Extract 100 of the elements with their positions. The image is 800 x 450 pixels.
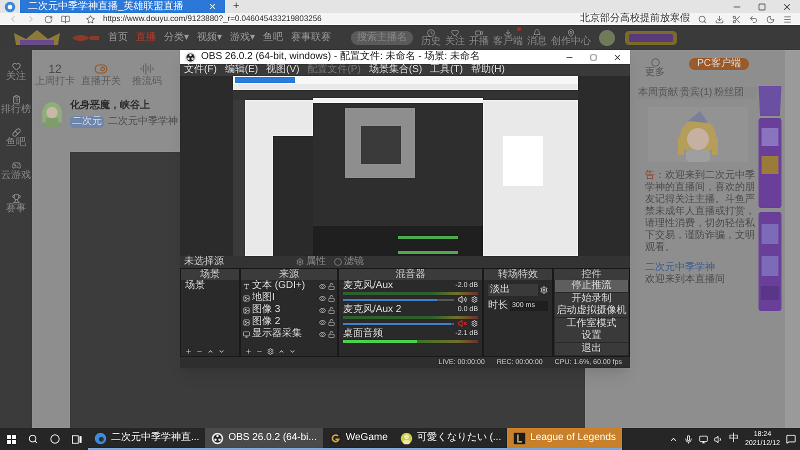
speaker-icon[interactable] [714, 434, 723, 444]
taskbar-app[interactable]: League of Legends [507, 428, 622, 450]
control-button[interactable]: 启动虚拟摄像机 [555, 305, 628, 317]
menu-icon[interactable] [783, 14, 792, 24]
nav-link[interactable]: 游戏▾ [230, 32, 255, 44]
nav-link[interactable]: 鱼吧 [263, 32, 283, 44]
menu-item[interactable]: 工具(T) [430, 64, 463, 76]
add-icon[interactable] [185, 348, 192, 354]
trophy-icon[interactable] [12, 194, 20, 203]
streamer-link[interactable]: 二次元中季学神 [645, 262, 715, 274]
nav-link[interactable]: 赛事联赛 [291, 32, 331, 44]
taskbar-app[interactable]: WeGame [322, 428, 394, 450]
settings-icon[interactable] [471, 296, 478, 303]
notification-icon[interactable] [786, 434, 796, 444]
nav-link[interactable]: 首页 [108, 32, 128, 44]
capsule-icon[interactable] [12, 128, 20, 137]
undo-icon[interactable] [749, 14, 758, 24]
clipboard-icon[interactable] [12, 95, 20, 104]
header-link[interactable]: 创作中心 [551, 36, 591, 46]
nav-link[interactable]: 视频▾ [197, 32, 222, 44]
eye-icon[interactable] [319, 306, 326, 314]
circle-icon[interactable] [50, 434, 60, 444]
muted-speaker-icon[interactable] [458, 319, 467, 328]
monitor-icon[interactable] [698, 434, 708, 444]
transition-select[interactable]: 淡出 [488, 284, 538, 296]
control-button[interactable]: 工作室模式 [555, 318, 628, 330]
up-icon[interactable] [207, 348, 214, 354]
settings-icon[interactable] [540, 286, 548, 294]
control-button[interactable]: 开始录制 [555, 292, 628, 304]
source-item[interactable]: 地图I [252, 292, 275, 304]
heart-icon[interactable] [451, 28, 459, 36]
toggle-icon[interactable] [94, 62, 108, 76]
pin-icon[interactable] [567, 28, 575, 36]
address-field[interactable]: https://www.douyu.com/9123880?_r=0.046045433219803256 [103, 14, 322, 24]
eye-icon[interactable] [319, 330, 326, 338]
header-link[interactable]: 历史 [421, 36, 441, 46]
sidebar-link[interactable]: 赛事 [6, 203, 26, 215]
bell-icon[interactable] [533, 28, 541, 36]
sidebar-link[interactable]: 排行榜 [1, 104, 31, 116]
toolbar-button[interactable]: 属性 [296, 256, 326, 268]
browser-tab[interactable]: 二次元中季学神直播_英雄联盟直播 [20, 0, 225, 13]
star-icon[interactable] [86, 14, 95, 24]
sidebar-link[interactable]: 关注 [6, 71, 26, 83]
eye-icon[interactable] [319, 294, 326, 302]
unlock-icon[interactable] [328, 330, 335, 338]
heart-icon[interactable] [12, 62, 20, 71]
maximize-icon[interactable] [590, 54, 597, 60]
unlock-icon[interactable] [328, 294, 335, 302]
settings-icon[interactable] [267, 348, 274, 354]
task-view-icon[interactable] [72, 434, 82, 444]
add-icon[interactable] [245, 348, 252, 354]
maximize-icon[interactable] [758, 2, 766, 10]
ime-indicator[interactable]: 中 [728, 433, 739, 445]
menu-item[interactable]: 编辑(E) [224, 64, 258, 76]
download-icon[interactable] [715, 14, 724, 24]
down-icon[interactable] [289, 348, 296, 354]
header-link[interactable]: 消息 [527, 36, 547, 46]
nav-link[interactable]: 分类▾ [164, 32, 189, 44]
header-link[interactable]: 关注 [445, 36, 465, 46]
reload-icon[interactable] [44, 14, 53, 24]
moon-icon[interactable] [766, 14, 775, 24]
header-link[interactable]: 客户端 [493, 36, 523, 46]
source-item[interactable]: 显示器采集 [252, 328, 302, 340]
header-link[interactable]: 开播 [469, 36, 489, 46]
speaker-icon[interactable] [458, 295, 467, 304]
nav-link[interactable]: 直播 [136, 32, 156, 44]
reader-icon[interactable] [61, 14, 70, 24]
source-item[interactable]: 图像 3 [252, 304, 280, 316]
close-icon[interactable] [782, 2, 792, 12]
close-icon[interactable] [613, 52, 622, 62]
download-icon[interactable] [504, 28, 512, 36]
streamer-name[interactable]: 二次元中季学神 [108, 116, 178, 128]
sidebar-link[interactable]: 鱼吧 [6, 137, 26, 149]
gamepad-icon[interactable] [12, 161, 20, 170]
up-icon[interactable] [278, 348, 285, 354]
mic-icon[interactable] [684, 434, 693, 444]
client-button[interactable]: PC客户端 [689, 58, 749, 70]
control-button[interactable]: 设置 [555, 330, 628, 342]
settings-icon[interactable] [471, 320, 478, 327]
unlock-icon[interactable] [328, 306, 335, 314]
sidebar-link[interactable]: 云游戏 [1, 170, 31, 182]
video-camera-icon[interactable] [475, 28, 483, 36]
menu-item[interactable]: 视图(V) [266, 64, 300, 76]
down-icon[interactable] [218, 348, 225, 354]
eye-icon[interactable] [319, 282, 326, 290]
unlock-icon[interactable] [328, 282, 335, 290]
eye-icon[interactable] [319, 318, 326, 326]
source-item[interactable]: 图像 2 [252, 316, 280, 328]
scrollbar[interactable] [785, 50, 800, 428]
scene-item[interactable]: 场景 [181, 280, 239, 292]
category-tag[interactable]: 二次元 [70, 116, 104, 128]
menu-item[interactable]: 帮助(H) [470, 64, 505, 76]
avatar[interactable] [599, 30, 615, 46]
toolbar-button[interactable]: 滤镜 [334, 256, 364, 268]
more-link[interactable]: 更多 [645, 67, 666, 79]
scissors-icon[interactable] [732, 14, 741, 24]
menu-item[interactable]: 场景集合(S) [368, 64, 422, 76]
menu-item[interactable]: 文件(F) [184, 64, 217, 76]
control-button[interactable]: 退出 [555, 342, 628, 354]
taskbar-app[interactable]: OBS 26.0.2 (64-bi... [205, 428, 323, 450]
